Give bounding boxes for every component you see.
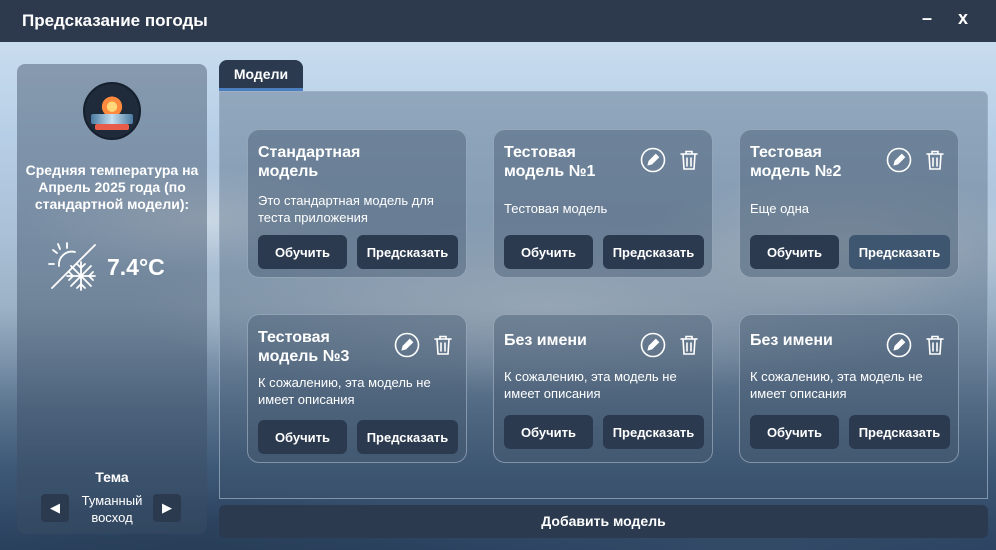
train-button[interactable]: Обучить bbox=[750, 235, 839, 269]
predict-button[interactable]: Предсказать bbox=[357, 235, 458, 269]
edit-icon[interactable] bbox=[886, 147, 912, 173]
predict-button[interactable]: Предсказать bbox=[849, 235, 950, 269]
trash-icon[interactable] bbox=[922, 147, 948, 173]
sun-snowflake-icon bbox=[48, 242, 96, 291]
trash-icon[interactable] bbox=[922, 332, 948, 358]
model-description: К сожалению, эта модель не имеет описани… bbox=[258, 375, 431, 407]
tab-models[interactable]: Модели bbox=[219, 60, 303, 91]
predict-button[interactable]: Предсказать bbox=[603, 415, 704, 449]
sidebar: Средняя температура на Апрель 2025 года … bbox=[17, 64, 207, 534]
trash-icon[interactable] bbox=[676, 332, 702, 358]
theme-next-button[interactable]: ▶ bbox=[153, 494, 181, 522]
model-description: Еще одна bbox=[750, 201, 810, 216]
theme-name: Туманный восход bbox=[81, 493, 143, 525]
temperature-value: 7.4°C bbox=[107, 253, 165, 280]
close-button[interactable]: x bbox=[951, 8, 975, 29]
theme-label: Тема bbox=[95, 469, 129, 485]
model-card: Тестовая модель №2 Еще одна Обучить Пред… bbox=[739, 129, 959, 278]
theme-prev-button[interactable]: ◀ bbox=[41, 494, 69, 522]
model-description: К сожалению, эта модель не имеет описани… bbox=[750, 369, 923, 401]
train-button[interactable]: Обучить bbox=[258, 420, 347, 454]
model-card: Без имени К сожалению, эта модель не име… bbox=[493, 314, 713, 463]
add-model-button[interactable]: Добавить модель bbox=[219, 505, 988, 538]
card-actions bbox=[640, 147, 702, 173]
model-title: Без имени bbox=[750, 332, 833, 349]
model-title: Стандартная модель bbox=[258, 144, 361, 180]
train-button[interactable]: Обучить bbox=[504, 235, 593, 269]
model-card: Без имени К сожалению, эта модель не име… bbox=[739, 314, 959, 463]
card-actions bbox=[886, 332, 948, 358]
model-description: Тестовая модель bbox=[504, 201, 608, 216]
card-actions bbox=[394, 332, 456, 358]
model-description: К сожалению, эта модель не имеет описани… bbox=[504, 369, 677, 401]
train-button[interactable]: Обучить bbox=[504, 415, 593, 449]
edit-icon[interactable] bbox=[640, 332, 666, 358]
predict-button[interactable]: Предсказать bbox=[603, 235, 704, 269]
app-logo bbox=[83, 82, 141, 140]
models-panel: Стандартная модель Это стандартная модел… bbox=[219, 91, 988, 499]
edit-icon[interactable] bbox=[394, 332, 420, 358]
train-button[interactable]: Обучить bbox=[750, 415, 839, 449]
model-title: Тестовая модель №1 bbox=[504, 144, 596, 180]
train-button[interactable]: Обучить bbox=[258, 235, 347, 269]
trash-icon[interactable] bbox=[676, 147, 702, 173]
edit-icon[interactable] bbox=[640, 147, 666, 173]
edit-icon[interactable] bbox=[886, 332, 912, 358]
model-card: Тестовая модель №3 К сожалению, эта моде… bbox=[247, 314, 467, 463]
predict-button[interactable]: Предсказать bbox=[357, 420, 458, 454]
model-card: Тестовая модель №1 Тестовая модель Обучи… bbox=[493, 129, 713, 278]
theme-selector: ◀ Туманный восход ▶ bbox=[41, 492, 183, 526]
temperature-row: 7.4°C bbox=[47, 240, 165, 294]
title-bar: Предсказание погоды – x bbox=[0, 0, 996, 42]
model-title: Тестовая модель №3 bbox=[258, 329, 350, 365]
model-description: Это стандартная модель для теста приложе… bbox=[258, 193, 434, 225]
model-title: Тестовая модель №2 bbox=[750, 144, 842, 180]
card-actions bbox=[640, 332, 702, 358]
minimize-button[interactable]: – bbox=[915, 8, 939, 29]
model-card: Стандартная модель Это стандартная модел… bbox=[247, 129, 467, 278]
trash-icon[interactable] bbox=[430, 332, 456, 358]
model-title: Без имени bbox=[504, 332, 587, 349]
temperature-caption: Средняя температура на Апрель 2025 года … bbox=[25, 162, 199, 212]
window-title: Предсказание погоды bbox=[22, 11, 208, 30]
card-actions bbox=[886, 147, 948, 173]
predict-button[interactable]: Предсказать bbox=[849, 415, 950, 449]
